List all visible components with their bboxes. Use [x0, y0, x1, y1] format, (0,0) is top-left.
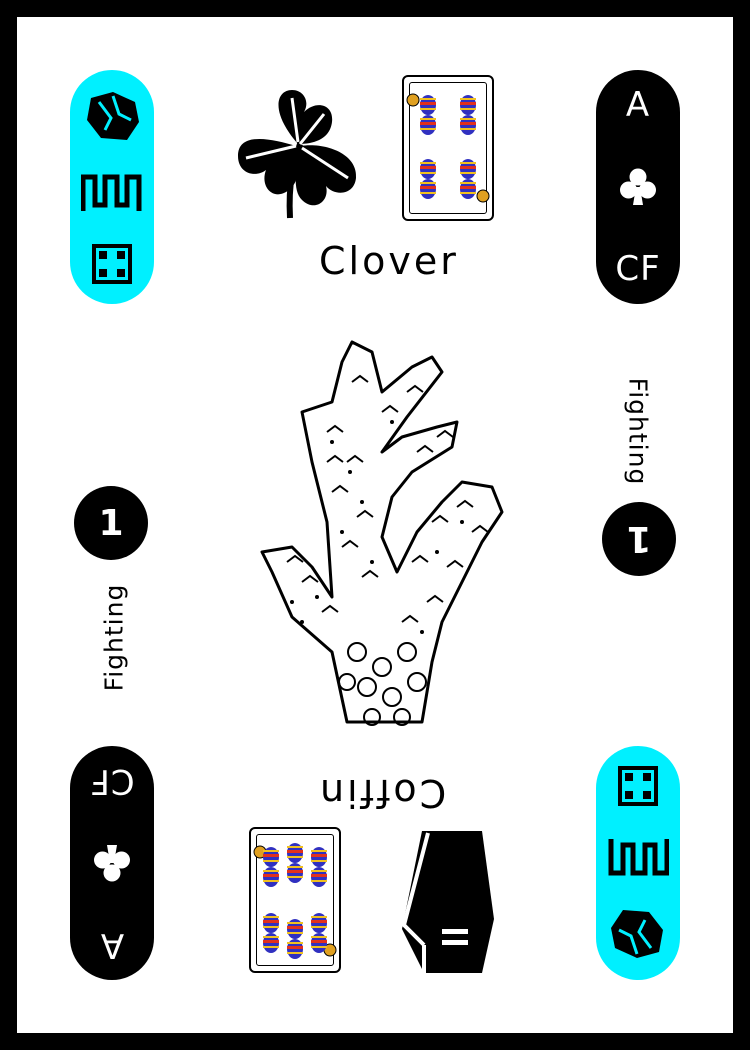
right-number-badge: 1: [602, 502, 676, 576]
card-face: A CF Clover 1 Fighting 1 Fighting Coffin…: [17, 17, 733, 1033]
rock-icon: [609, 906, 667, 962]
left-number-badge: 1: [74, 486, 148, 560]
nine-of-bells-card-icon: [249, 827, 341, 973]
left-badge-label: Fighting: [99, 583, 129, 692]
meander-icon: [607, 837, 669, 877]
top-symbol-label: Clover: [319, 239, 459, 283]
club-icon: [620, 167, 656, 207]
bottom-symbol-label: Coffin: [317, 771, 447, 815]
die-four-icon: [90, 242, 134, 286]
top-left-pill: [70, 70, 154, 304]
meander-icon: [81, 173, 143, 213]
suit-code-label: CF: [615, 249, 661, 289]
bottom-left-pill: A CF: [70, 746, 154, 980]
clover-icon: [230, 82, 370, 222]
rank-label: A: [625, 85, 651, 125]
top-right-pill: A CF: [596, 70, 680, 304]
bottom-right-pill: [596, 746, 680, 980]
rock-icon: [83, 88, 141, 144]
coffin-icon: [400, 829, 496, 975]
rank-label: A: [99, 925, 125, 965]
club-icon: [94, 843, 130, 883]
die-four-icon: [616, 764, 660, 808]
right-badge-label: Fighting: [623, 377, 653, 486]
suit-code-label: CF: [89, 761, 135, 801]
eight-of-bells-card-icon: [402, 75, 494, 221]
coral-illustration: [232, 322, 512, 732]
